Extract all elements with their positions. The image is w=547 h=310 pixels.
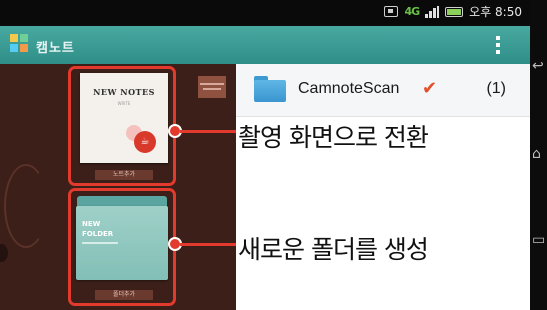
- notebook-side-tag[interactable]: [198, 76, 226, 98]
- notes-callout-box: [68, 66, 176, 186]
- screenshot-icon: [384, 6, 399, 17]
- folder-icon: [254, 76, 286, 102]
- signal-icon: [425, 5, 440, 18]
- home-icon[interactable]: ⌂: [532, 146, 541, 162]
- capture-callout-label: 촬영 화면으로 전환: [236, 118, 430, 154]
- folder-callout-box: [68, 188, 176, 306]
- status-time: 오후 8:50: [469, 5, 522, 19]
- checkmark-icon: ✔: [422, 78, 438, 99]
- capture-callout-line: [180, 130, 236, 133]
- app-title: 캠노트: [36, 41, 75, 56]
- app-logo-icon[interactable]: [10, 34, 30, 54]
- folder-list-row[interactable]: CamnoteScan ✔ (1): [236, 64, 530, 117]
- recent-apps-icon[interactable]: ▭: [532, 232, 545, 248]
- decorative-swirl: [4, 164, 48, 248]
- navigation-bar: ↩ ⌂ ▭: [530, 0, 547, 310]
- status-icons: 4G 오후 8:50: [384, 3, 522, 20]
- status-bar: 4G 오후 8:50: [0, 0, 530, 24]
- overflow-menu-icon[interactable]: [496, 36, 500, 54]
- battery-icon: [445, 6, 464, 17]
- drawer-handle[interactable]: [0, 244, 8, 262]
- folder-list-panel: CamnoteScan ✔ (1): [236, 64, 530, 310]
- folder-name: CamnoteScan: [298, 80, 400, 97]
- network-icon: 4G: [404, 5, 420, 18]
- back-icon[interactable]: ↩: [532, 58, 544, 74]
- folder-callout-line: [180, 243, 236, 246]
- app-bar: 캠노트: [0, 26, 530, 64]
- phone-screen: 4G 오후 8:50 캠노트 NEW NOTES WRITE ☕ 노트추가 NE…: [0, 0, 547, 310]
- folder-callout-label: 새로운 폴더를 생성: [236, 230, 430, 266]
- folder-count: (1): [486, 80, 506, 97]
